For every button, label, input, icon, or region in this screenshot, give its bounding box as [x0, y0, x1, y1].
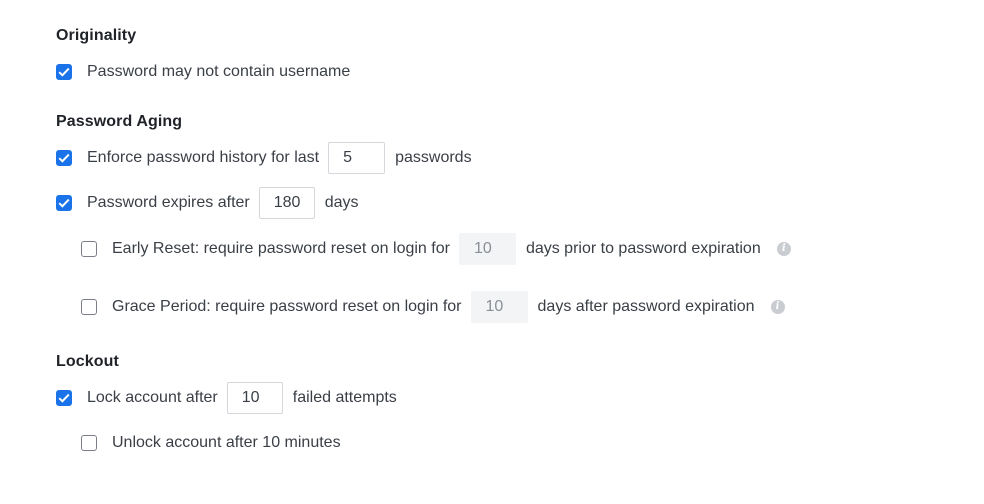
- expire-days-input[interactable]: [258, 187, 315, 219]
- label-passwords-suffix: passwords: [395, 149, 472, 166]
- grace-period-days-input[interactable]: [470, 291, 528, 323]
- option-no-username: Password may not contain username: [56, 56, 350, 88]
- label-password-expires: Password expires after: [87, 194, 250, 211]
- history-count-input[interactable]: [328, 142, 386, 174]
- checkbox-lock-account[interactable]: [56, 390, 72, 406]
- option-password-expires: Password expires after days: [56, 187, 359, 219]
- label-grace-period-suffix: days after password expiration: [537, 298, 755, 315]
- label-grace-period: Grace Period: require password reset on …: [112, 298, 462, 315]
- failed-attempts-input[interactable]: [226, 382, 283, 414]
- label-unlock-account: Unlock account after 10 minutes: [112, 434, 341, 451]
- checkbox-grace-period[interactable]: [81, 299, 97, 315]
- label-days-suffix: days: [324, 194, 359, 211]
- early-reset-days-input[interactable]: [458, 233, 516, 265]
- info-icon[interactable]: i: [770, 300, 785, 314]
- label-failed-attempts-suffix: failed attempts: [292, 389, 397, 406]
- checkbox-no-username[interactable]: [56, 64, 72, 80]
- option-unlock-account: Unlock account after 10 minutes: [81, 427, 341, 459]
- option-grace-period: Grace Period: require password reset on …: [81, 291, 785, 323]
- checkbox-password-expires[interactable]: [56, 195, 72, 211]
- checkbox-password-history[interactable]: [56, 150, 72, 166]
- option-early-reset: Early Reset: require password reset on l…: [81, 233, 791, 265]
- option-password-history: Enforce password history for last passwo…: [56, 142, 472, 174]
- label-no-username: Password may not contain username: [87, 63, 351, 80]
- label-password-history: Enforce password history for last: [87, 149, 320, 166]
- info-icon[interactable]: i: [776, 242, 791, 256]
- option-lock-account: Lock account after failed attempts: [56, 382, 397, 414]
- label-early-reset-suffix: days prior to password expiration: [525, 240, 761, 257]
- label-lock-account: Lock account after: [87, 389, 218, 406]
- section-title-password-aging: Password Aging: [56, 113, 183, 130]
- label-early-reset: Early Reset: require password reset on l…: [112, 240, 450, 257]
- section-title-originality: Originality: [56, 27, 137, 44]
- checkbox-early-reset[interactable]: [81, 241, 97, 257]
- password-policy-panel: Originality Password may not contain use…: [0, 0, 984, 504]
- checkbox-unlock-account[interactable]: [81, 435, 97, 451]
- section-title-lockout: Lockout: [56, 353, 119, 370]
